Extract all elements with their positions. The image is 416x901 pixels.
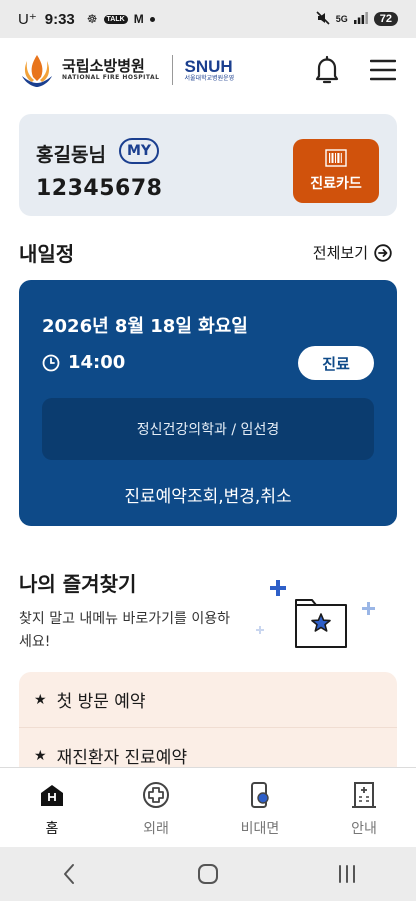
hospital-name-kr: 국립소방병원 (62, 56, 145, 75)
favorite-item-label: 재진환자 진료예약 (56, 748, 188, 767)
notification-button[interactable] (312, 55, 342, 85)
partner-subtitle: 서울대학교병원운영 (184, 74, 235, 82)
appointment-type-badge: 진료 (298, 346, 374, 380)
star-icon: ★ (34, 747, 47, 764)
network-label: 5G (335, 14, 348, 24)
nav-item-telemedicine[interactable]: 비대면 (208, 768, 312, 847)
carrier-label: U⁺ (18, 11, 37, 28)
nav-label: 홈 (45, 821, 59, 837)
arrow-circle-right-icon (374, 243, 392, 262)
department-doctor: 정신건강의학과 / 임선경 (136, 422, 280, 438)
recents-icon (338, 865, 355, 883)
system-recents-button[interactable] (327, 859, 367, 889)
view-all-link[interactable]: 전체보기 (313, 242, 392, 263)
battery-indicator: 72 (373, 12, 398, 26)
hospital-logo[interactable]: 국립소방병원 NATIONAL FIRE HOSPITAL SNUH 서울대학교… (18, 51, 234, 89)
talk-notification-icon: TALK (103, 14, 128, 24)
status-bar: U⁺ 9:33 ☸ TALK M 5G 72 (0, 0, 416, 38)
partner-name: SNUH (184, 56, 233, 76)
barcode-icon (325, 149, 347, 167)
partner-logo: SNUH 서울대학교병원운영 (185, 58, 235, 82)
manage-appointment-link[interactable]: 진료예약조회,변경,취소 (19, 482, 397, 507)
mute-icon (316, 10, 330, 28)
bell-icon (315, 55, 339, 84)
my-badge[interactable]: MY (119, 138, 159, 164)
patient-number: 12345678 (36, 176, 163, 201)
favorite-item-label: 첫 방문 예약 (56, 692, 146, 712)
favorites-title: 나의 즐겨찾기 (19, 572, 137, 596)
clock: 9:33 (44, 10, 75, 28)
system-back-button[interactable] (49, 859, 89, 889)
system-home-button[interactable] (188, 859, 228, 889)
nav-label: 안내 (351, 821, 377, 837)
nav-item-home[interactable]: 홈 (0, 768, 104, 847)
bottom-navigation: 홈 외래 비대면 안내 (0, 767, 416, 847)
favorite-folder-icon (256, 580, 375, 648)
clock-icon (42, 354, 60, 371)
appointment-date: 2026년 8월 18일 화요일 (42, 316, 248, 337)
nav-label: 비대면 (240, 821, 280, 837)
building-icon (352, 782, 376, 808)
appointment-time-row: 14:00 (42, 352, 125, 373)
nav-item-guide[interactable]: 안내 (312, 768, 416, 847)
home-icon (41, 785, 63, 806)
favorites-list: ★ 첫 방문 예약 ★ 재진환자 진료예약 (19, 672, 397, 767)
star-icon: ★ (34, 691, 47, 708)
view-all-label: 전체보기 (312, 244, 368, 262)
patient-card-button[interactable]: 진료카드 (293, 139, 379, 203)
favorites-description: 찾지 말고 내메뉴 바로가기를 이용하세요! (19, 611, 230, 651)
department-doctor-box: 정신건강의학과 / 임선경 (42, 398, 374, 460)
medical-cross-icon (143, 782, 169, 808)
hospital-name-en: NATIONAL FIRE HOSPITAL (62, 73, 160, 81)
profile-card: 홍길동님 MY 12345678 진료카드 (19, 114, 397, 216)
notification-icons: ☸ TALK M (87, 12, 155, 26)
patient-name: 홍길동님 (36, 144, 106, 166)
list-item[interactable]: ★ 첫 방문 예약 (19, 672, 397, 728)
nav-label: 외래 (143, 821, 169, 837)
apps-notification-icon: ☸ (86, 12, 98, 26)
menu-button[interactable] (368, 55, 398, 85)
list-item[interactable]: ★ 재진환자 진료예약 (19, 728, 397, 768)
more-notifications-dot (149, 16, 155, 22)
appointment-time: 14:00 (68, 352, 126, 373)
hamburger-menu-icon (370, 59, 396, 81)
schedule-card[interactable]: 2026년 8월 18일 화요일 14:00 진료 정신건강의학과 / 임선경 … (19, 280, 397, 526)
main-content[interactable]: 홍길동님 MY 12345678 진료카드 내일정 전체보기 2026년 8월 … (0, 102, 416, 767)
system-navigation-bar (0, 847, 416, 901)
schedule-section-title: 내일정 (19, 242, 75, 266)
home-circle-icon (197, 864, 218, 884)
app-header: 국립소방병원 NATIONAL FIRE HOSPITAL SNUH 서울대학교… (0, 38, 416, 102)
fire-hospital-emblem-icon (22, 55, 52, 87)
signal-icon (353, 11, 368, 27)
phone-icon (251, 782, 269, 808)
nav-item-outpatient[interactable]: 외래 (104, 768, 208, 847)
back-chevron-icon (64, 864, 75, 884)
mail-notification-icon: M (133, 12, 144, 26)
patient-card-label: 진료카드 (310, 176, 362, 192)
logo-divider (171, 55, 173, 85)
